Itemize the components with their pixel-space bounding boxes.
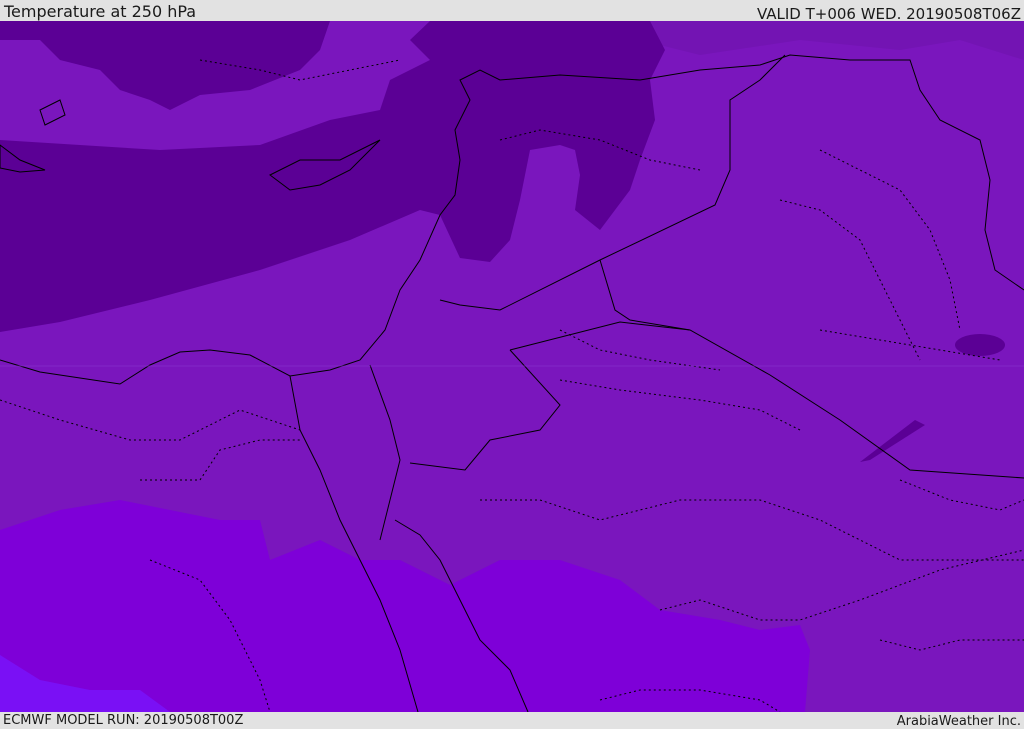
header-bar: Temperature at 250 hPa VALID T+006 WED. … xyxy=(0,0,1024,23)
temperature-map xyxy=(0,21,1024,712)
credit-label: ArabiaWeather Inc. xyxy=(896,714,1021,729)
cold-spot-iraq xyxy=(955,334,1005,356)
map-title: Temperature at 250 hPa xyxy=(4,2,197,21)
footer-bar: ECMWF MODEL RUN: 20190508T00Z ArabiaWeat… xyxy=(0,712,1024,729)
valid-time: VALID T+006 WED. 20190508T06Z xyxy=(756,5,1021,23)
map-canvas[interactable] xyxy=(0,21,1024,712)
model-run-label: ECMWF MODEL RUN: 20190508T00Z xyxy=(3,713,244,728)
